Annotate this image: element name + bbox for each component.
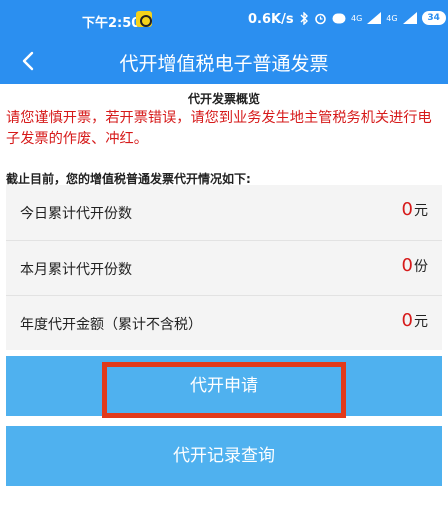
- stat-number: 0: [401, 255, 413, 276]
- signal-icon: [402, 12, 417, 24]
- invoice-records-button[interactable]: 代开记录查询: [6, 426, 442, 486]
- stats-list: 今日累计代开份数 0元 本月累计代开份数 0份 年度代开金额（累计不含税） 0元: [6, 185, 442, 350]
- invoice-overview-panel: 代开发票概览 请您谨慎开票，若开票错误，请您到业务发生地主管税务机关进行电子发票…: [0, 84, 448, 529]
- bluetooth-icon: [300, 11, 308, 25]
- stat-unit: 份: [414, 259, 428, 275]
- stat-row-month-count: 本月累计代开份数 0份: [6, 240, 442, 295]
- network-speed: 0.6K/s: [248, 12, 294, 27]
- stat-number: 0: [401, 310, 413, 331]
- alarm-icon: [315, 13, 326, 24]
- notification-app-icon: [136, 11, 152, 27]
- stat-unit: 元: [414, 314, 428, 330]
- 4g-label: 4G: [351, 13, 363, 23]
- stat-row-year-amount: 年度代开金额（累计不含税） 0元: [6, 295, 442, 350]
- signal-icon: [367, 12, 382, 24]
- stat-row-today-count: 今日累计代开份数 0元: [6, 185, 442, 240]
- stat-value: 0元: [402, 310, 428, 331]
- battery-icon: 34: [421, 11, 446, 25]
- stat-label: 年度代开金额（累计不含税）: [20, 317, 202, 333]
- status-bar: 下午2:50 0.6K/s 4G 4G 34: [0, 0, 448, 38]
- status-icons: 4G 4G 34: [300, 11, 446, 25]
- status-time: 下午2:50: [82, 16, 141, 31]
- apply-invoice-button[interactable]: 代开申请: [6, 356, 442, 416]
- stat-unit: 元: [414, 203, 428, 219]
- stat-number: 0: [401, 199, 413, 220]
- 4g-label: 4G: [386, 13, 398, 23]
- stat-label: 本月累计代开份数: [20, 262, 132, 278]
- warning-text: 请您谨慎开票，若开票错误，请您到业务发生地主管税务机关进行电子发票的作废、冲红。: [6, 110, 432, 147]
- hd-icon: [332, 13, 346, 23]
- stat-label: 今日累计代开份数: [20, 206, 132, 222]
- overview-title: 代开发票概览: [187, 92, 260, 106]
- stat-value: 0元: [402, 199, 428, 220]
- page-title: 代开增值税电子普通发票: [119, 53, 329, 75]
- stat-value: 0份: [402, 255, 428, 276]
- nav-bar: 代开增值税电子普通发票: [0, 38, 448, 84]
